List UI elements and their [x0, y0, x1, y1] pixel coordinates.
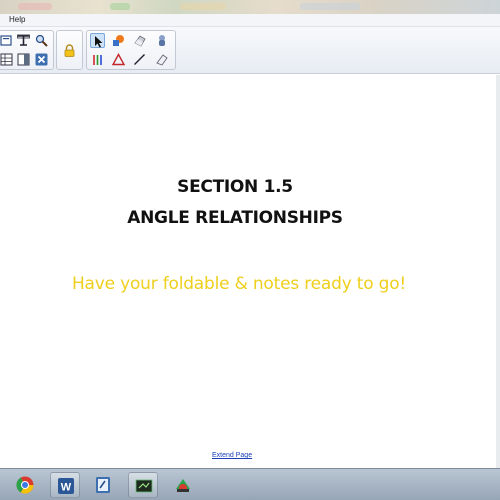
app-window: Help SECTION 1.5 ANGLE RELATIONSHIPS Hav…: [0, 0, 500, 500]
menu-help[interactable]: Help: [9, 15, 25, 24]
notebook-icon: [176, 479, 190, 492]
shape-fill-icon[interactable]: [111, 33, 126, 48]
clear-eraser-icon[interactable]: [154, 52, 169, 67]
toolbar: [0, 27, 500, 74]
magnifier-icon[interactable]: [34, 33, 49, 48]
grid-icon[interactable]: [0, 52, 14, 67]
whiteboard-page[interactable]: SECTION 1.5 ANGLE RELATIONSHIPS Have you…: [0, 75, 500, 468]
section-heading: SECTION 1.5: [177, 177, 293, 197]
close-box-icon[interactable]: [34, 52, 49, 67]
toolbar-group-page: [0, 30, 54, 70]
taskbar: W: [0, 468, 500, 500]
select-arrow-icon[interactable]: [90, 33, 105, 48]
toolbar-group-draw: [86, 30, 176, 70]
taskbar-notebook[interactable]: [168, 472, 198, 498]
eraser-icon[interactable]: [132, 33, 147, 48]
columns-icon[interactable]: [16, 52, 31, 67]
title-bar: [0, 0, 500, 14]
color-pens-icon[interactable]: [90, 52, 105, 67]
extend-page-link[interactable]: Extend Page: [212, 452, 252, 459]
taskbar-notes[interactable]: [88, 472, 118, 498]
word-icon: W: [58, 478, 74, 494]
toolbar-group-lock: [56, 30, 83, 70]
taskbar-chrome[interactable]: [10, 472, 40, 498]
lock-icon[interactable]: [62, 43, 77, 58]
vertical-scrollbar[interactable]: [496, 75, 500, 468]
section-title: ANGLE RELATIONSHIPS: [127, 208, 343, 228]
taskbar-whiteboard[interactable]: [128, 472, 158, 498]
notes-icon: [96, 477, 110, 493]
text-tool-icon[interactable]: [0, 33, 14, 48]
table-icon[interactable]: [16, 33, 31, 48]
hand-pen-icon[interactable]: [154, 33, 169, 48]
reminder-note: Have your foldable & notes ready to go!: [71, 274, 407, 294]
chrome-icon: [16, 476, 34, 494]
taskbar-word[interactable]: W: [50, 472, 80, 498]
triangle-icon[interactable]: [111, 52, 126, 67]
svg-text:W: W: [61, 482, 72, 494]
whiteboard-icon: [135, 479, 153, 493]
menu-bar: Help: [0, 14, 500, 27]
line-icon[interactable]: [132, 52, 147, 67]
